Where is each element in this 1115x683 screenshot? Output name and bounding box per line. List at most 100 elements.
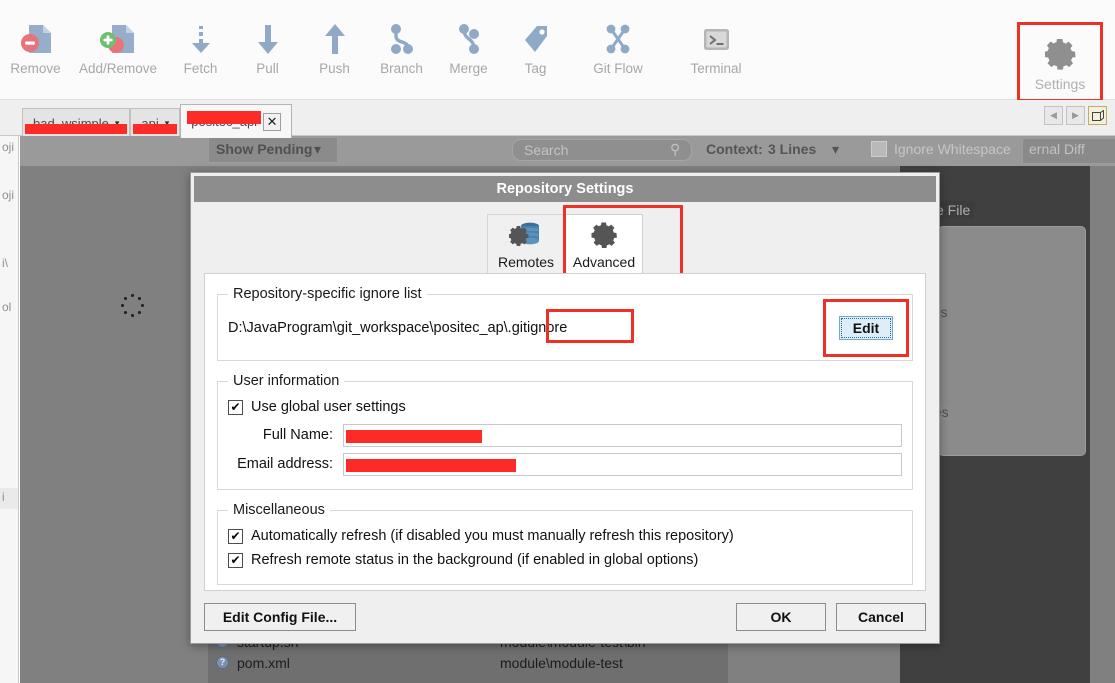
tab-positec-api[interactable]: positec_api ✕ bbox=[180, 104, 293, 138]
toolbar-label: Terminal bbox=[690, 61, 742, 76]
use-global-user-settings-row[interactable]: ✔ Use global user settings bbox=[228, 395, 902, 419]
sidebar-item-label[interactable]: i bbox=[2, 490, 5, 504]
toolbar-label: Pull bbox=[256, 61, 279, 76]
dialog-content: Repository-specific ignore list D:\JavaP… bbox=[204, 273, 926, 591]
tab-api[interactable]: api ▾ bbox=[130, 108, 181, 138]
ok-button[interactable]: OK bbox=[736, 603, 826, 631]
email-row: Email address: bbox=[228, 451, 902, 477]
branch-icon bbox=[387, 18, 417, 60]
unknown-file-icon: ? bbox=[216, 656, 229, 669]
full-name-row: Full Name: bbox=[228, 422, 902, 448]
dialog-title: Repository Settings bbox=[194, 176, 936, 202]
add-remove-file-icon bbox=[98, 18, 138, 60]
toolbar-button-branch[interactable]: Branch bbox=[368, 18, 435, 76]
edit-button-highlight: Edit bbox=[823, 299, 909, 357]
context-value[interactable]: 3 Lines bbox=[768, 141, 816, 157]
cancel-button[interactable]: Cancel bbox=[836, 603, 926, 631]
merge-icon bbox=[454, 18, 484, 60]
forward-arrow-icon[interactable]: ▶ bbox=[1066, 106, 1085, 125]
redaction-bar bbox=[133, 124, 178, 134]
sidebar-item-label[interactable]: oji bbox=[2, 140, 14, 154]
toolbar-label: Tag bbox=[524, 61, 547, 76]
toolbar-button-fetch[interactable]: Fetch bbox=[167, 18, 234, 76]
redaction-bar bbox=[25, 124, 128, 134]
remove-file-icon bbox=[18, 18, 54, 60]
use-global-checkbox[interactable]: ✔ bbox=[228, 399, 243, 415]
tab-bad-wsimple[interactable]: bad_wsimple ▾ bbox=[22, 108, 131, 138]
redaction-bar bbox=[346, 429, 482, 443]
main-toolbar: Remove Add/Remove Fetch Pull Push Branch… bbox=[0, 0, 1115, 102]
gear-icon bbox=[1042, 33, 1078, 75]
section-legend: User information bbox=[233, 373, 340, 389]
close-icon[interactable]: ✕ bbox=[263, 112, 282, 131]
toolbar-button-git-flow[interactable]: Git Flow bbox=[569, 18, 667, 76]
ignore-path-prefix: D:\JavaProgram\git_workspace\positec_ap bbox=[228, 320, 504, 336]
dialog-footer: Edit Config File... OK Cancel bbox=[204, 603, 926, 633]
tag-icon bbox=[521, 18, 551, 60]
sidebar-item-label[interactable]: i\ bbox=[2, 256, 8, 270]
remote-status-row[interactable]: ✔ Refresh remote status in the backgroun… bbox=[228, 548, 902, 572]
back-arrow-icon[interactable]: ◀ bbox=[1044, 106, 1063, 125]
email-field[interactable] bbox=[343, 452, 902, 476]
use-global-label: Use global user settings bbox=[251, 399, 406, 415]
sidebar-item-label[interactable]: oji bbox=[2, 188, 14, 202]
toolbar-button-tag[interactable]: Tag bbox=[502, 18, 569, 76]
toolbar-label: Fetch bbox=[183, 61, 218, 76]
ignore-path-suffix: \.gitignore bbox=[503, 320, 568, 336]
sidebar-rail: oji oji i\ ol i bbox=[0, 136, 19, 683]
new-window-icon[interactable] bbox=[1088, 106, 1107, 125]
tab-advanced[interactable]: Advanced bbox=[565, 214, 643, 276]
toolbar-button-terminal[interactable]: Terminal bbox=[667, 18, 765, 76]
toolbar-button-remove[interactable]: Remove bbox=[2, 18, 69, 76]
email-label: Email address: bbox=[237, 456, 333, 472]
settings-button[interactable]: Settings bbox=[1017, 22, 1103, 102]
chevron-down-icon[interactable]: ▾ bbox=[832, 141, 839, 158]
auto-refresh-checkbox[interactable]: ✔ bbox=[228, 528, 243, 544]
ignore-whitespace-checkbox[interactable] bbox=[871, 141, 887, 157]
full-name-field[interactable] bbox=[343, 423, 902, 447]
fetch-icon bbox=[188, 18, 214, 60]
tab-list: bad_wsimple ▾ api ▾ positec_api ✕ bbox=[22, 104, 293, 138]
git-flow-icon bbox=[601, 18, 635, 60]
sourcetree-window: Remove Add/Remove Fetch Pull Push Branch… bbox=[0, 0, 1115, 683]
tab-label: Advanced bbox=[572, 254, 636, 270]
toolbar-button-pull[interactable]: Pull bbox=[234, 18, 301, 76]
tab-remotes[interactable]: Remotes bbox=[487, 214, 565, 276]
settings-label: Settings bbox=[1034, 75, 1086, 92]
miscellaneous-section: Miscellaneous ✔ Automatically refresh (i… bbox=[217, 502, 913, 585]
ignore-path-row: D:\JavaProgram\git_workspace\positec_ap \… bbox=[228, 299, 909, 357]
full-name-label: Full Name: bbox=[262, 427, 333, 443]
toolbar-label: Remove bbox=[10, 61, 61, 76]
toolbar-button-add-remove[interactable]: Add/Remove bbox=[69, 18, 167, 76]
chevron-down-icon[interactable]: ▾ bbox=[314, 141, 321, 158]
toolbar-button-push[interactable]: Push bbox=[301, 18, 368, 76]
search-icon[interactable]: ⚲ bbox=[670, 141, 680, 158]
terminal-icon bbox=[700, 18, 732, 60]
gear-icon bbox=[589, 215, 619, 254]
context-label: Context: bbox=[706, 141, 763, 157]
push-icon bbox=[322, 18, 348, 60]
file-name: pom.xml bbox=[237, 654, 290, 671]
right-inner-box bbox=[938, 226, 1086, 456]
repository-settings-dialog: Repository Settings Remotes Advanced Rep… bbox=[190, 172, 940, 644]
toolbar-button-merge[interactable]: Merge bbox=[435, 18, 502, 76]
file-path: module\module-test bbox=[500, 654, 623, 671]
auto-refresh-label: Automatically refresh (if disabled you m… bbox=[251, 528, 734, 544]
loading-spinner-icon bbox=[121, 294, 145, 318]
section-legend: Repository-specific ignore list bbox=[233, 286, 422, 302]
search-placeholder: Search bbox=[524, 142, 569, 158]
sidebar-item-label[interactable]: ol bbox=[2, 300, 11, 314]
toolbar-label: Push bbox=[319, 61, 350, 76]
tab-nav-buttons: ◀ ▶ bbox=[1044, 106, 1107, 125]
toolbar-label: Merge bbox=[449, 61, 488, 76]
edit-config-file-button[interactable]: Edit Config File... bbox=[204, 603, 356, 631]
table-row[interactable]: ? pom.xml module\module-test bbox=[208, 652, 728, 673]
dialog-tab-list: Remotes Advanced bbox=[191, 205, 939, 285]
toolbar-label: Git Flow bbox=[593, 61, 643, 76]
remote-status-checkbox[interactable]: ✔ bbox=[228, 552, 243, 568]
auto-refresh-row[interactable]: ✔ Automatically refresh (if disabled you… bbox=[228, 524, 902, 548]
redaction-bar bbox=[187, 111, 262, 124]
edit-button[interactable]: Edit bbox=[839, 316, 893, 340]
show-pending-label: Show Pending bbox=[216, 141, 313, 157]
ignore-list-section: Repository-specific ignore list D:\JavaP… bbox=[217, 286, 913, 361]
